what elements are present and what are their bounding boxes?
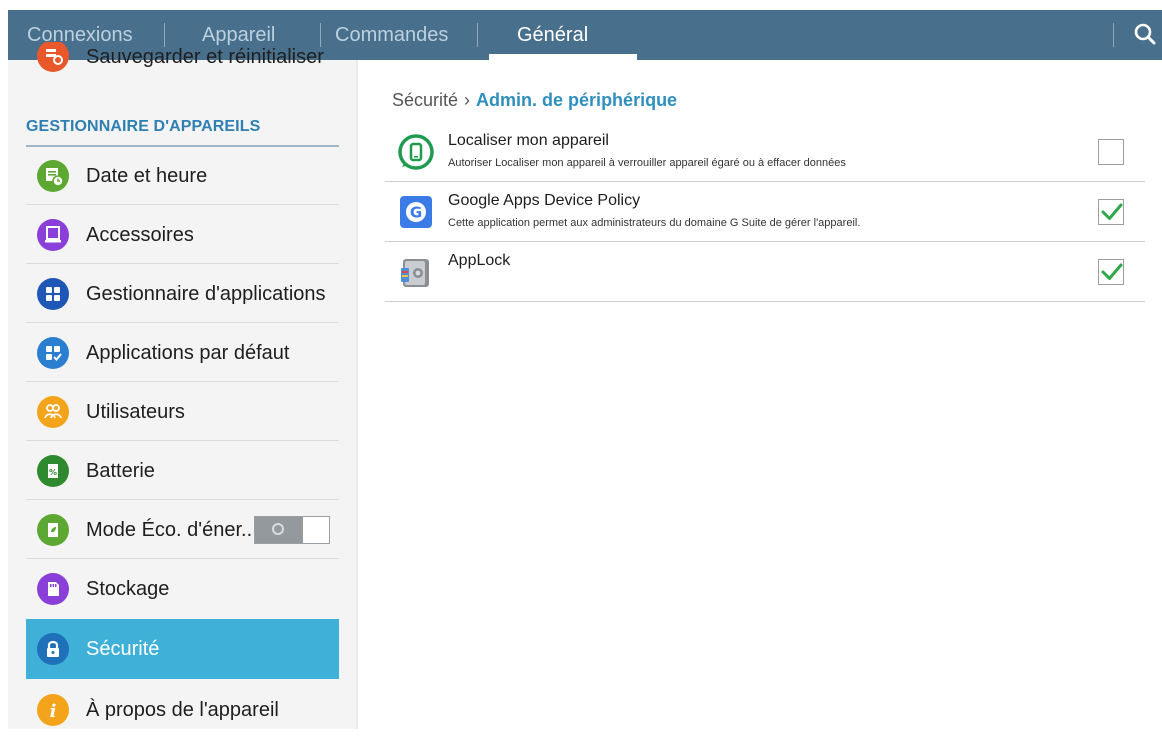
- sidebar-item-a-propos[interactable]: i À propos de l'appareil: [26, 681, 339, 739]
- admin-description: Autoriser Localiser mon appareil à verro…: [448, 157, 846, 169]
- sidebar-item-label: Gestionnaire d'applications: [86, 283, 326, 305]
- admin-row-localiser[interactable]: Localiser mon appareil Autoriser Localis…: [385, 122, 1145, 182]
- sidebar-item-utilisateurs[interactable]: Utilisateurs: [26, 383, 339, 441]
- sidebar-item-label: À propos de l'appareil: [86, 699, 279, 721]
- breadcrumb: Sécurité › Admin. de périphérique: [392, 90, 677, 111]
- tab-commandes[interactable]: Commandes: [335, 10, 448, 60]
- default-apps-icon: [37, 337, 69, 369]
- tab-general[interactable]: Général: [517, 10, 588, 60]
- sidebar-item-label: Batterie: [86, 460, 155, 482]
- section-header: GESTIONNAIRE D'APPAREILS: [26, 118, 261, 135]
- breadcrumb-parent[interactable]: Sécurité: [392, 90, 458, 110]
- sidebar-item-label: Stockage: [86, 578, 170, 600]
- admin-description: Cette application permet aux administrat…: [448, 217, 861, 229]
- admin-checkbox[interactable]: [1098, 259, 1124, 285]
- admin-checkbox[interactable]: [1098, 199, 1124, 225]
- calendar-clock-icon: [37, 160, 69, 192]
- applock-icon: [398, 254, 434, 290]
- eco-mode-icon: [37, 514, 69, 546]
- info-icon: i: [37, 694, 69, 726]
- sidebar-item-label: Mode Éco. d'éner..: [86, 519, 253, 541]
- sidebar-item-label: Sécurité: [86, 638, 160, 660]
- row-divider: [385, 301, 1145, 302]
- row-divider: [26, 440, 339, 441]
- sidebar-item-stockage[interactable]: Stockage: [26, 560, 339, 618]
- pane-divider: [356, 60, 358, 729]
- row-divider: [26, 499, 339, 500]
- accessory-icon: [37, 219, 69, 251]
- check-icon: [1101, 203, 1123, 220]
- check-icon: [1101, 263, 1123, 280]
- toggle-knob: [255, 517, 303, 543]
- sidebar-item-label: Sauvegarder et réinitialiser: [86, 46, 324, 68]
- row-divider: [26, 381, 339, 382]
- storage-icon: [37, 573, 69, 605]
- sidebar-item-gestionnaire-applications[interactable]: Gestionnaire d'applications: [26, 265, 339, 323]
- admin-title: Localiser mon appareil: [448, 132, 609, 149]
- sidebar-item-securite[interactable]: Sécurité: [26, 619, 339, 679]
- find-my-device-icon: [398, 134, 434, 170]
- lock-icon: [37, 633, 69, 665]
- admin-title: AppLock: [448, 252, 511, 269]
- sidebar-item-date-heure[interactable]: Date et heure: [26, 147, 339, 205]
- tab-divider: [1113, 23, 1114, 47]
- sidebar-item-batterie[interactable]: % Batterie: [26, 442, 339, 500]
- breadcrumb-separator: ›: [464, 90, 471, 110]
- admin-row-applock[interactable]: AppLock: [385, 242, 1145, 302]
- admin-checkbox[interactable]: [1098, 139, 1124, 165]
- row-divider: [26, 558, 339, 559]
- breadcrumb-current: Admin. de périphérique: [476, 90, 678, 110]
- sidebar-item-mode-eco[interactable]: Mode Éco. d'éner..: [26, 501, 339, 559]
- app-grid-icon: [37, 278, 69, 310]
- row-divider: [26, 204, 339, 205]
- tab-divider: [477, 23, 478, 47]
- sidebar-item-sauvegarder[interactable]: Sauvegarder et réinitialiser: [26, 42, 339, 78]
- svg-text:%: %: [49, 468, 57, 477]
- svg-text:G: G: [410, 204, 422, 222]
- users-icon: [37, 396, 69, 428]
- row-divider: [26, 322, 339, 323]
- row-divider: [26, 263, 339, 264]
- admin-row-google-apps-device-policy[interactable]: G Google Apps Device Policy Cette applic…: [385, 182, 1145, 242]
- sidebar-item-accessoires[interactable]: Accessoires: [26, 206, 339, 264]
- backup-reset-icon: [37, 42, 69, 72]
- sidebar-item-label: Applications par défaut: [86, 342, 290, 364]
- search-button[interactable]: [1128, 10, 1162, 60]
- svg-text:i: i: [50, 701, 57, 722]
- sidebar-item-applications-defaut[interactable]: Applications par défaut: [26, 324, 339, 382]
- active-tab-indicator: [489, 54, 637, 60]
- admin-title: Google Apps Device Policy: [448, 192, 641, 209]
- sidebar-item-label: Accessoires: [86, 224, 194, 246]
- google-device-policy-icon: G: [398, 194, 434, 230]
- sidebar-item-label: Date et heure: [86, 165, 208, 187]
- sidebar-item-label: Utilisateurs: [86, 401, 185, 423]
- toggle-off-icon: [272, 523, 284, 535]
- power-saving-toggle[interactable]: [254, 516, 330, 544]
- battery-icon: %: [37, 455, 69, 487]
- search-icon: [1134, 23, 1156, 45]
